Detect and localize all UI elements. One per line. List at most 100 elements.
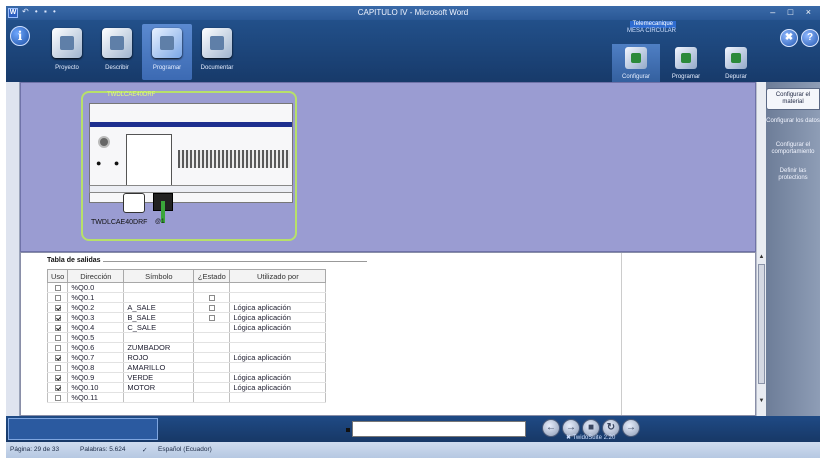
project-icon [52, 28, 82, 58]
checkbox[interactable] [54, 325, 61, 332]
checkbox[interactable] [54, 315, 61, 322]
cell-uso[interactable] [46, 392, 69, 403]
table-row[interactable]: %Q0.10 MOTOR Lógica aplicación [46, 382, 327, 393]
checkbox[interactable] [208, 315, 215, 322]
step-proyecto[interactable]: Proyecto [42, 24, 92, 80]
cell-uso[interactable] [46, 332, 69, 343]
cell-uso[interactable] [46, 382, 69, 393]
led-indicators: ● ● [96, 158, 125, 168]
cell-simbolo[interactable] [123, 282, 195, 293]
cell-simbolo[interactable] [123, 292, 195, 303]
cell-uso[interactable] [46, 352, 69, 363]
cell-simbolo[interactable] [123, 392, 195, 403]
nav-input[interactable] [352, 421, 526, 437]
twido-header: i Proyecto Describir Programar Documenta… [6, 20, 820, 82]
cell-estado[interactable] [193, 292, 231, 303]
table-row[interactable]: %Q0.3 B_SALE Lógica aplicación [46, 312, 327, 323]
table-row[interactable]: %Q0.7 ROJO Lógica aplicación [46, 352, 327, 363]
left-nav-area[interactable] [8, 418, 158, 440]
spellcheck-icon[interactable]: ✓ [142, 446, 147, 454]
cell-utilizado-por [229, 342, 327, 353]
table-row[interactable]: %Q0.5 [46, 332, 327, 343]
cell-simbolo[interactable]: C_SALE [123, 322, 195, 333]
word-count[interactable]: Palabras: 5.624 [80, 446, 126, 453]
language-label[interactable]: Español (Ecuador) [158, 446, 212, 453]
checkbox[interactable] [208, 295, 215, 302]
table-row[interactable]: %Q0.1 [46, 292, 327, 303]
cell-utilizado-por [229, 292, 327, 303]
cell-simbolo[interactable] [123, 332, 195, 343]
step-describir[interactable]: Describir [92, 24, 142, 80]
info-icon[interactable]: i [10, 26, 30, 46]
scroll-up-icon[interactable]: ▲ [758, 254, 765, 262]
cell-text: %Q0.7 [71, 353, 95, 362]
cell-uso[interactable] [46, 342, 69, 353]
checkbox[interactable] [54, 365, 61, 372]
cell-estado [193, 392, 231, 403]
table-row[interactable]: %Q0.11 [46, 392, 327, 403]
checkbox[interactable] [208, 305, 215, 312]
step-documentar[interactable]: Documentar [192, 24, 242, 80]
cell-uso[interactable] [46, 362, 69, 373]
plc-module[interactable]: TWDLCAE40DRF ● ● TWDLCAE40DRF @1 [81, 91, 297, 241]
cell-uso[interactable] [46, 312, 69, 323]
table-row[interactable]: %Q0.9 VERDE Lógica aplicación [46, 372, 327, 383]
mode-configurar[interactable]: Configurar [612, 44, 660, 82]
cell-simbolo[interactable]: A_SALE [123, 302, 195, 313]
potentiometer-icon[interactable] [98, 136, 110, 148]
checkbox[interactable] [54, 295, 61, 302]
checkbox[interactable] [54, 385, 61, 392]
cell-text: MOTOR [127, 383, 156, 392]
cell-simbolo[interactable]: ZUMBADOR [123, 342, 195, 353]
checkbox[interactable] [54, 395, 61, 402]
mode-bar: Configurar Programar Depurar [612, 44, 772, 82]
table-row[interactable]: %Q0.6 ZUMBADOR [46, 342, 327, 353]
cell-estado[interactable] [193, 312, 231, 323]
checkbox[interactable] [54, 285, 61, 292]
back-icon[interactable]: ← [542, 419, 560, 437]
mode-depurar[interactable]: Depurar [712, 44, 760, 82]
window-controls[interactable]: – □ × [770, 7, 816, 17]
step-programar[interactable]: Programar [142, 24, 192, 80]
table-row[interactable]: %Q0.0 [46, 282, 327, 293]
project-name: MESA CIRCULAR [626, 28, 676, 34]
table-row[interactable]: %Q0.4 C_SALE Lógica aplicación [46, 322, 327, 333]
table-row[interactable]: %Q0.2 A_SALE Lógica aplicación [46, 302, 327, 313]
tools-icon[interactable]: ✖ [780, 29, 798, 47]
checkbox[interactable] [54, 335, 61, 342]
next-icon[interactable]: → [622, 419, 640, 437]
cell-simbolo[interactable]: MOTOR [123, 382, 195, 393]
cell-estado[interactable] [193, 302, 231, 313]
cell-uso[interactable] [46, 372, 69, 383]
expansion-slot[interactable] [123, 193, 145, 213]
cell-uso[interactable] [46, 282, 69, 293]
cell-simbolo[interactable]: AMARILLO [123, 362, 195, 373]
cell-simbolo[interactable]: VERDE [123, 372, 195, 383]
cell-uso[interactable] [46, 302, 69, 313]
cell-text: VERDE [127, 373, 154, 382]
scroll-thumb[interactable] [758, 264, 765, 384]
vertical-scrollbar[interactable]: ▲ ▼ [756, 82, 766, 416]
checkbox[interactable] [54, 305, 61, 312]
cell-simbolo[interactable]: B_SALE [123, 312, 195, 323]
side-tab-configurar-datos[interactable]: Configurar los datos [766, 118, 820, 125]
checkbox[interactable] [54, 355, 61, 362]
cell-direccion: %Q0.5 [67, 332, 125, 343]
cell-utilizado-por: Lógica aplicación [229, 302, 327, 313]
side-tab-configurar-comportamiento[interactable]: Configurar el comportamiento [766, 142, 820, 156]
cell-text: %Q0.0 [71, 283, 95, 292]
hardware-canvas[interactable]: TWDLCAE40DRF ● ● TWDLCAE40DRF @1 [20, 82, 756, 252]
side-tab-configurar-material[interactable]: Configurar el material [766, 88, 820, 110]
scroll-down-icon[interactable]: ▼ [758, 398, 765, 406]
help-icon[interactable]: ? [801, 29, 819, 47]
cell-direccion: %Q0.4 [67, 322, 125, 333]
cell-uso[interactable] [46, 322, 69, 333]
cell-simbolo[interactable]: ROJO [123, 352, 195, 363]
checkbox[interactable] [54, 345, 61, 352]
side-tab-definir-protections[interactable]: Definir las protections [766, 168, 820, 182]
table-row[interactable]: %Q0.8 AMARILLO [46, 362, 327, 373]
checkbox[interactable] [54, 375, 61, 382]
mode-programar[interactable]: Programar [662, 44, 710, 82]
cell-uso[interactable] [46, 292, 69, 303]
page-count[interactable]: Página: 29 de 33 [10, 446, 59, 453]
